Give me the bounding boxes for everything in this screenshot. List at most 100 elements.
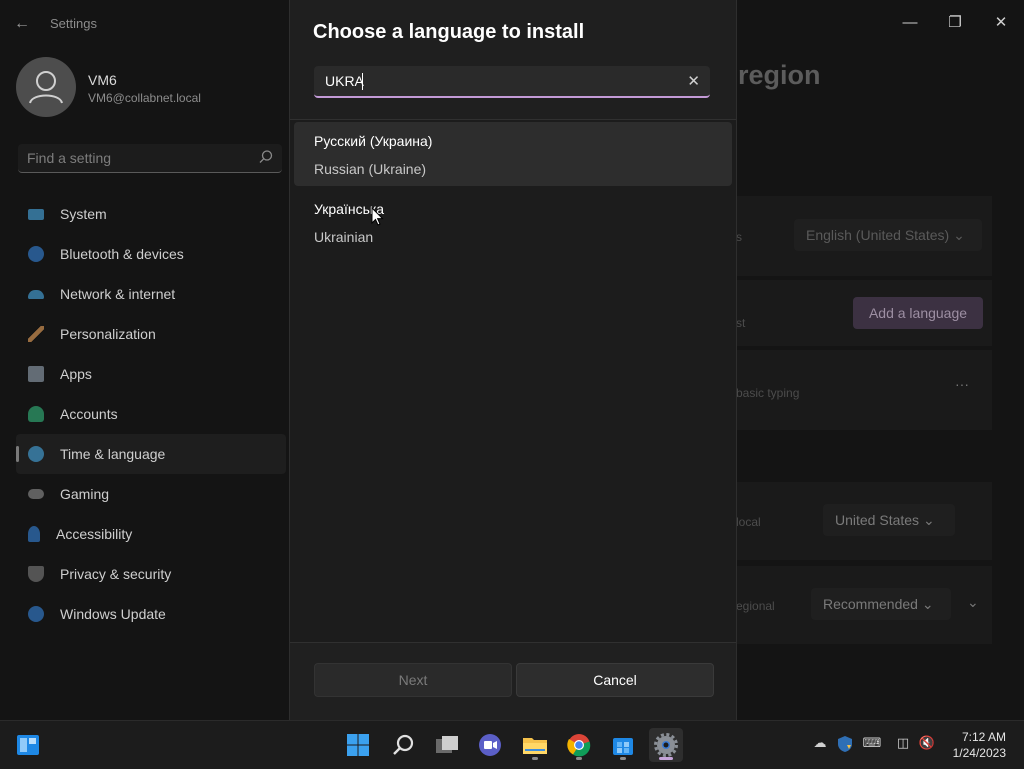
bg-text: basic typing (736, 386, 800, 400)
chevron-down-icon: ⌄ (921, 596, 934, 612)
display-language-value: English (United States) (806, 227, 950, 243)
sidebar-item-label: Time & language (60, 446, 166, 462)
close-icon[interactable]: ✕ (986, 8, 1016, 38)
sidebar-item-label: System (60, 206, 107, 222)
sidebar-item-apps[interactable]: Apps (16, 354, 286, 394)
display-language-dropdown[interactable]: English (United States) ⌄ (794, 219, 982, 251)
apps-icon (28, 366, 44, 382)
search-icon[interactable] (386, 728, 420, 762)
regional-format-value: Recommended (823, 596, 918, 612)
running-indicator (532, 757, 538, 760)
file-explorer-icon[interactable] (518, 728, 552, 762)
bg-text: local (736, 515, 761, 529)
sidebar-item-label: Accounts (60, 406, 118, 422)
cancel-button[interactable]: Cancel (516, 663, 714, 697)
sidebar-item-bluetooth[interactable]: Bluetooth & devices (16, 234, 286, 274)
globe-clock-icon (28, 446, 44, 462)
gamepad-icon (28, 489, 44, 499)
widgets-icon[interactable] (11, 728, 45, 762)
next-button[interactable]: Next (314, 663, 512, 697)
mouse-cursor-icon (371, 207, 384, 226)
display-icon[interactable]: ◫ (893, 735, 913, 755)
chrome-icon[interactable] (562, 728, 596, 762)
sidebar-item-gaming[interactable]: Gaming (16, 474, 286, 514)
wifi-icon (28, 289, 44, 299)
language-native-name: Русский (Украина) (314, 133, 433, 149)
sidebar-item-accessibility[interactable]: Accessibility (16, 514, 286, 554)
shield-icon (28, 566, 44, 582)
clock-date: 1/24/2023 (952, 746, 1006, 760)
sidebar-item-network[interactable]: Network & internet (16, 274, 286, 314)
list-item[interactable]: Українська Ukrainian (294, 190, 732, 254)
sidebar-item-label: Network & internet (60, 286, 176, 302)
task-view-icon[interactable] (430, 728, 464, 762)
language-english-name: Ukrainian (314, 229, 374, 245)
sidebar-item-privacy[interactable]: Privacy & security (16, 554, 286, 594)
window-title: Settings (50, 16, 97, 31)
country-value: United States (835, 512, 920, 528)
text-caret (362, 73, 363, 90)
avatar[interactable] (16, 57, 76, 117)
clock-time: 7:12 AM (961, 730, 1006, 744)
running-indicator (620, 757, 626, 760)
person-icon (29, 71, 63, 104)
language-results-list: Русский (Украина) Russian (Ukraine) Укра… (290, 120, 736, 642)
taskbar: ☁ ⌨ ◫ 🔇 7:12 AM 1/24/2023 (0, 720, 1024, 769)
sidebar-item-accounts[interactable]: Accounts (16, 394, 286, 434)
sidebar-item-system[interactable]: System (16, 194, 286, 234)
chevron-down-icon[interactable]: ⌄ (967, 594, 979, 611)
monitor-icon (28, 208, 44, 220)
find-setting-input[interactable]: Find a setting (18, 144, 282, 173)
bluetooth-icon (28, 246, 44, 262)
more-options-icon[interactable]: ··· (955, 376, 969, 392)
sidebar-item-label: Bluetooth & devices (60, 246, 184, 262)
sidebar-item-label: Windows Update (60, 606, 166, 622)
user-name: VM6 (88, 72, 117, 88)
accessibility-icon (28, 526, 40, 542)
active-indicator (659, 757, 673, 760)
sidebar-nav: System Bluetooth & devices Network & int… (16, 194, 286, 634)
dialog-footer: Next Cancel (290, 642, 736, 721)
settings-icon[interactable] (649, 728, 683, 762)
user-email: VM6@collabnet.local (88, 91, 201, 105)
person-icon (28, 406, 44, 422)
page-title: region (738, 60, 821, 90)
running-indicator (576, 757, 582, 760)
back-arrow-icon[interactable]: ← (14, 14, 34, 34)
regional-format-dropdown[interactable]: Recommended ⌄ (811, 588, 951, 620)
dialog-title: Choose a language to install (313, 21, 585, 43)
sidebar-item-label: Personalization (60, 326, 156, 342)
teams-chat-icon[interactable] (473, 728, 507, 762)
choose-language-dialog: Choose a language to install UKRA ✕ Русс… (289, 0, 737, 721)
country-dropdown[interactable]: United States ⌄ (823, 504, 955, 536)
sidebar-item-time-language[interactable]: Time & language (16, 434, 286, 474)
sidebar-item-label: Gaming (60, 486, 110, 502)
sidebar-item-personalization[interactable]: Personalization (16, 314, 286, 354)
sidebar-item-windows-update[interactable]: Windows Update (16, 594, 286, 634)
language-english-name: Russian (Ukraine) (314, 161, 427, 177)
update-icon (28, 606, 44, 622)
store-icon[interactable] (606, 728, 640, 762)
sidebar-item-label: Accessibility (56, 526, 133, 542)
clear-icon[interactable]: ✕ (687, 72, 700, 90)
volume-muted-icon[interactable]: 🔇 (917, 735, 937, 755)
sidebar-item-label: Apps (60, 366, 92, 382)
chevron-down-icon: ⌄ (922, 512, 935, 528)
language-search-value: UKRA (325, 73, 364, 89)
bg-text: st (736, 316, 746, 330)
brush-icon (28, 326, 44, 342)
keyboard-icon[interactable]: ⌨ (862, 735, 882, 755)
restore-icon[interactable]: ❐ (940, 8, 970, 38)
network-icon[interactable]: ☁ (810, 735, 830, 755)
list-item[interactable]: Русский (Украина) Russian (Ukraine) (294, 122, 732, 186)
security-shield-icon[interactable] (835, 735, 855, 755)
add-language-button[interactable]: Add a language (853, 297, 983, 329)
search-placeholder: Find a setting (27, 150, 112, 166)
language-search-input[interactable]: UKRA ✕ (314, 66, 710, 98)
start-icon[interactable] (341, 728, 375, 762)
bg-text: egional (736, 599, 775, 613)
system-clock[interactable]: 7:12 AM 1/24/2023 (953, 729, 1006, 761)
minimize-icon[interactable]: — (895, 8, 925, 38)
chevron-down-icon: ⌄ (953, 227, 965, 243)
sidebar-item-label: Privacy & security (60, 566, 172, 582)
